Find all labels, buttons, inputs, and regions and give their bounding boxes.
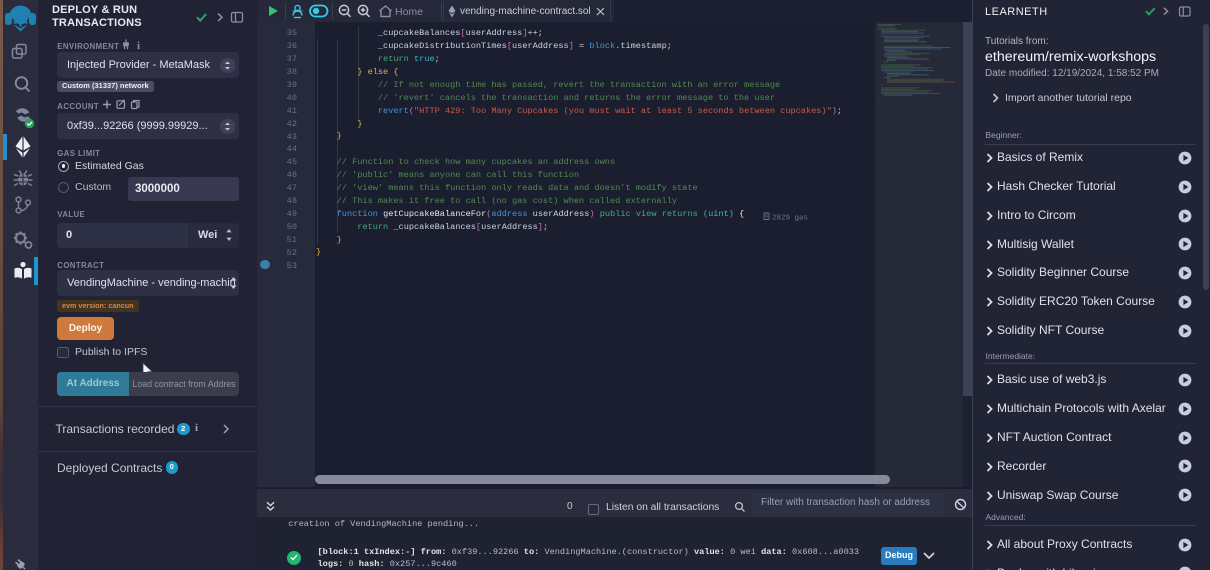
svg-text:i: i [137,40,140,51]
svg-text:2829 gas: 2829 gas [772,214,808,221]
svg-text:Home: Home [395,6,423,18]
